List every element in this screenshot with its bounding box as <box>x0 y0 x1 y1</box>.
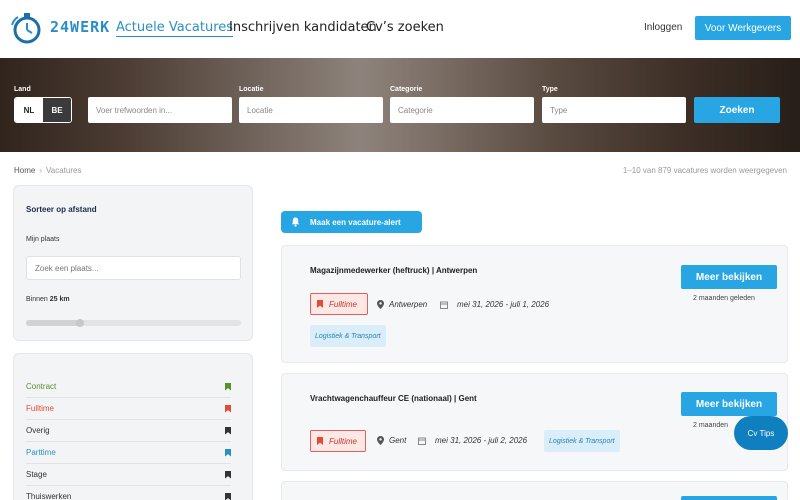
search-button[interactable]: Zoeken <box>694 97 780 123</box>
job-dates: mei 31, 2026 - juli 1, 2026 <box>440 300 549 309</box>
job-type-filter-label: Stage <box>26 470 47 479</box>
job-type-filter-item[interactable]: Contract <box>26 376 231 398</box>
within-value: 25 km <box>49 296 70 303</box>
calendar-icon <box>440 301 448 309</box>
job-type-filter-label: Thuiswerken <box>26 492 72 500</box>
bookmark-icon <box>225 405 231 413</box>
place-search-input[interactable]: Zoek een plaats... <box>26 256 241 280</box>
site-header: 24WERK Actuele Vacatures Inschrijven kan… <box>0 0 800 58</box>
job-type-filter-item[interactable]: Stage <box>26 464 231 486</box>
nav-inschrijven-kandidaten[interactable]: Inschrijven kandidaten <box>229 20 377 35</box>
more-info-button[interactable]: Meer bekijken <box>681 265 777 289</box>
job-title[interactable]: Vrachtwagenchauffeur CE (nationaal) | Ge… <box>310 394 477 403</box>
type-label: Type <box>542 86 558 93</box>
slider-handle[interactable] <box>75 319 84 327</box>
bookmark-icon <box>225 471 231 479</box>
country-nl[interactable]: NL <box>15 98 43 122</box>
bookmark-icon <box>225 427 231 435</box>
land-label: Land <box>14 86 31 93</box>
logo[interactable]: 24WERK <box>10 11 111 45</box>
job-location: Gent <box>377 436 406 445</box>
more-info-button[interactable] <box>681 496 777 500</box>
location-pin-icon <box>377 300 384 309</box>
job-title[interactable]: Magazijnmedewerker (heftruck) | Antwerpe… <box>310 266 477 275</box>
job-alert-button[interactable]: Maak een vacature-alert <box>281 211 422 233</box>
slider-fill <box>26 320 80 326</box>
more-info-button[interactable]: Meer bekijken <box>681 392 777 416</box>
cv-tips-button[interactable]: Cv Tips <box>734 416 788 450</box>
distance-slider[interactable] <box>26 319 241 327</box>
job-card[interactable] <box>281 481 788 500</box>
location-input[interactable]: Locatie <box>239 97 383 123</box>
type-select[interactable]: Type <box>542 97 686 123</box>
bookmark-icon <box>317 437 323 445</box>
category-tag[interactable]: Logistiek & Transport <box>544 430 620 452</box>
within-text: Binnen <box>26 296 48 303</box>
job-location: Antwerpen <box>377 300 427 309</box>
breadcrumb-home[interactable]: Home <box>14 166 35 175</box>
job-type-filter-item[interactable]: Fulltime <box>26 398 231 420</box>
results-count: 1–10 van 879 vacatures worden weergegeve… <box>622 166 787 175</box>
posted-time: 2 maanden geleden <box>693 295 755 302</box>
nav-actuele-vacatures[interactable]: Actuele Vacatures <box>116 20 234 37</box>
job-dates: mei 31, 2026 - juli 2, 2026 <box>418 436 527 445</box>
job-type-filter-label: Fulltime <box>26 404 55 413</box>
my-place-label: Mijn plaats <box>26 236 60 243</box>
logo-text: 24WERK <box>50 18 111 36</box>
sort-title: Sorteer op afstand <box>26 205 97 214</box>
job-type-filter-label: Overig <box>26 426 50 435</box>
bookmark-icon <box>225 449 231 457</box>
bell-icon <box>291 217 300 227</box>
job-dates-text: mei 31, 2026 - juli 1, 2026 <box>457 300 550 309</box>
stopwatch-icon <box>11 13 41 44</box>
bookmark-icon <box>317 300 323 308</box>
category-tag[interactable]: Logistiek & Transport <box>310 325 386 347</box>
employers-button[interactable]: Voor Werkgevers <box>695 16 791 40</box>
login-link[interactable]: Inloggen <box>644 22 682 33</box>
country-toggle[interactable]: NL BE <box>14 97 72 123</box>
job-type-filter-item[interactable]: Overig <box>26 420 231 442</box>
job-type-filter-item[interactable]: Parttime <box>26 442 231 464</box>
sort-by-distance-panel: Sorteer op afstand Mijn plaats Zoek een … <box>13 185 253 341</box>
job-alert-label: Maak een vacature-alert <box>310 217 401 227</box>
job-type-filter-item[interactable]: Thuiswerken <box>26 486 231 500</box>
breadcrumb: Home › Vacatures <box>14 166 81 175</box>
category-label: Categorie <box>390 86 423 93</box>
distance-label: Binnen 25 km <box>26 296 70 303</box>
breadcrumb-current: Vacatures <box>46 166 82 175</box>
job-type-badge: Fulltime <box>310 293 368 315</box>
job-card[interactable]: Magazijnmedewerker (heftruck) | Antwerpe… <box>281 245 788 363</box>
job-location-text: Antwerpen <box>389 300 428 309</box>
calendar-icon <box>418 437 426 445</box>
country-be[interactable]: BE <box>43 98 71 122</box>
category-select[interactable]: Categorie <box>390 97 534 123</box>
location-label: Locatie <box>239 86 264 93</box>
keywords-input[interactable]: Voer trefwoorden in... <box>88 97 232 123</box>
job-type-filter-label: Parttime <box>26 448 56 457</box>
bookmark-icon <box>225 493 231 500</box>
job-type-badge: Fulltime <box>310 430 366 452</box>
bookmark-icon <box>225 383 231 391</box>
job-dates-text: mei 31, 2026 - juli 2, 2026 <box>435 436 528 445</box>
job-type-filter-label: Contract <box>26 382 57 391</box>
job-location-text: Gent <box>389 436 407 445</box>
job-type-text: Fulltime <box>329 436 358 446</box>
nav-cvs-zoeken[interactable]: Cv’s zoeken <box>366 20 444 35</box>
breadcrumb-separator: › <box>39 166 43 175</box>
job-card[interactable]: Vrachtwagenchauffeur CE (nationaal) | Ge… <box>281 373 788 471</box>
posted-time: 2 maanden <box>693 422 729 429</box>
location-pin-icon <box>377 436 384 445</box>
job-type-text: Fulltime <box>329 299 358 309</box>
